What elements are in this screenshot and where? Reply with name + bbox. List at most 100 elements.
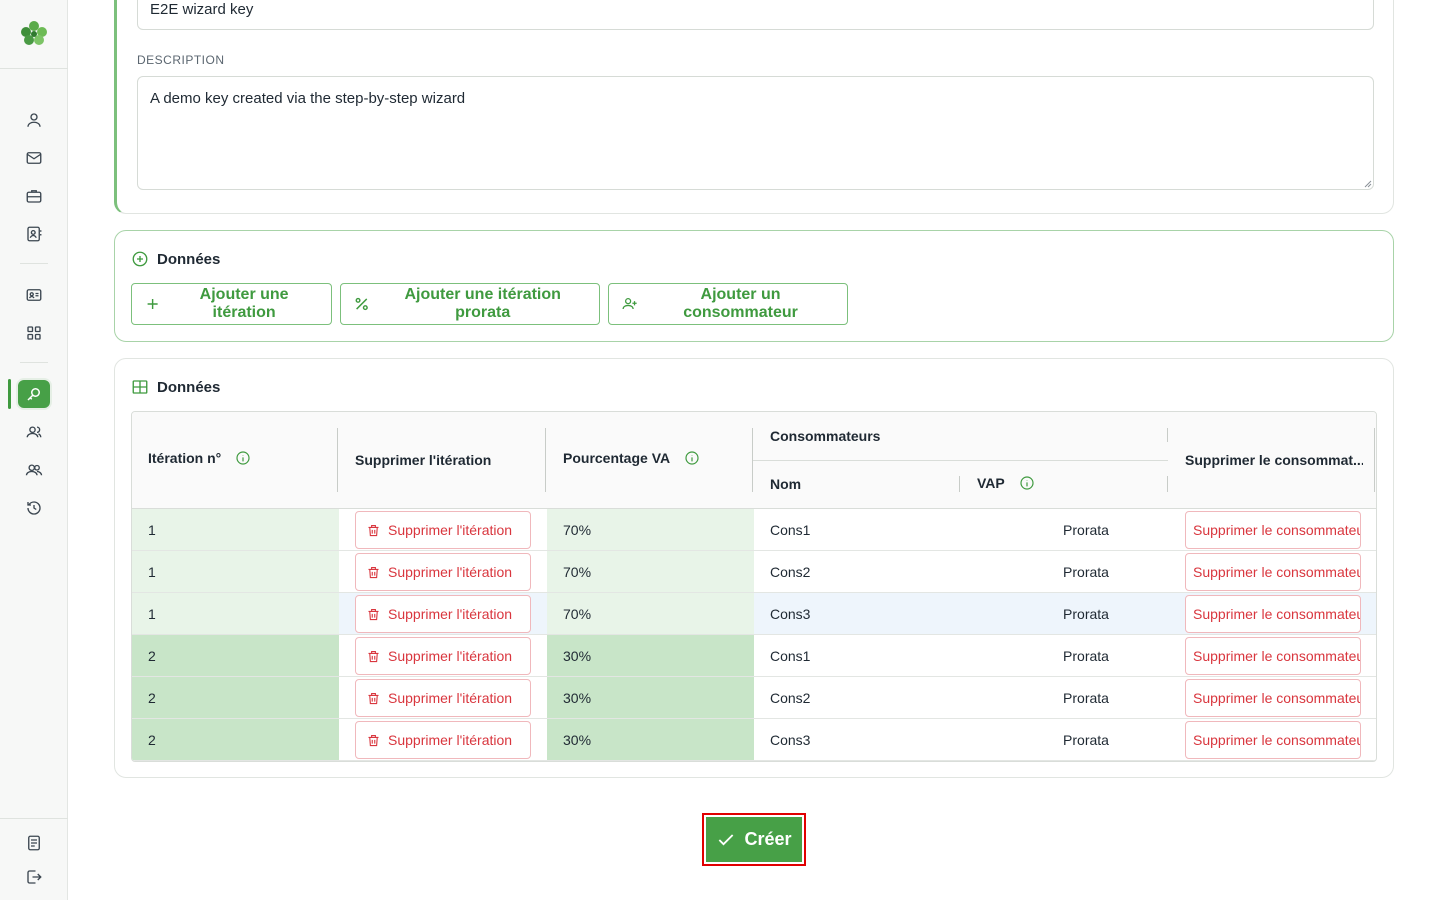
- consumer-name: Cons1: [770, 647, 811, 664]
- percentage-value: 70%: [563, 605, 592, 622]
- iteration-value: 1: [148, 563, 156, 580]
- table-header: Itération n° Supprimer l'itération Pourc…: [132, 412, 1376, 509]
- iteration-value: 1: [148, 521, 156, 538]
- table-row: 1 Supprimer l'itération 70% Cons2 Prorata Sup…: [132, 551, 1376, 593]
- table-row: 2 Supprimer l'itération 30% Cons1 Prorata Sup…: [132, 635, 1376, 677]
- grid-icon[interactable]: [22, 321, 46, 345]
- consumer-name: Cons3: [770, 731, 811, 748]
- delete-iteration-label: Supprimer l'itération: [388, 648, 513, 664]
- vap-cell: Prorata: [961, 509, 1171, 550]
- iteration-cell: 2: [132, 677, 339, 718]
- delete-consumer-label: Supprimer le consommateur: [1193, 564, 1361, 580]
- add-prorata-iteration-button[interactable]: Ajouter une itération prorata: [340, 283, 600, 325]
- delete-consumer-button[interactable]: Supprimer le consommateur: [1185, 679, 1361, 717]
- trash-icon: [368, 608, 379, 620]
- delete-iteration-button[interactable]: Supprimer l'itération: [355, 637, 531, 675]
- contact-book-icon[interactable]: [22, 222, 46, 246]
- id-card-icon[interactable]: [22, 283, 46, 307]
- delete-iteration-button[interactable]: Supprimer l'itération: [355, 553, 531, 591]
- header-percentage-label: Pourcentage VA: [563, 450, 671, 466]
- vap-cell: Prorata: [961, 551, 1171, 592]
- active-indicator: [8, 379, 11, 409]
- delete-consumer-label: Supprimer le consommateur: [1193, 690, 1361, 706]
- header-name-label: Nom: [770, 476, 802, 492]
- vap-value: Prorata: [1063, 605, 1109, 622]
- trash-icon: [368, 734, 379, 746]
- resize-grip-icon[interactable]: [1362, 178, 1372, 188]
- add-consumer-button[interactable]: Ajouter un consommateur: [608, 283, 848, 325]
- column-divider: [1167, 428, 1168, 442]
- iteration-value: 2: [148, 689, 156, 706]
- name-cell: Cons1: [770, 635, 960, 676]
- header-vap[interactable]: VAP: [977, 475, 1035, 491]
- delete-consumer-button[interactable]: Supprimer le consommateur: [1185, 595, 1361, 633]
- table-row: 1 Supprimer l'itération 70% Cons3 Prorata Sup…: [132, 593, 1376, 635]
- mail-icon[interactable]: [22, 146, 46, 170]
- delete-iteration-label: Supprimer l'itération: [388, 522, 513, 538]
- percentage-cell: 70%: [547, 593, 754, 634]
- vap-value: Prorata: [1063, 563, 1109, 580]
- vap-cell: Prorata: [961, 635, 1171, 676]
- percentage-value: 30%: [563, 689, 592, 706]
- data-table-header: Données: [131, 378, 220, 396]
- description-field[interactable]: A demo key created via the step-by-step …: [137, 76, 1374, 190]
- consumer-name: Cons1: [770, 521, 811, 538]
- info-icon[interactable]: [235, 450, 251, 466]
- sidebar: [0, 0, 68, 900]
- vap-cell: Prorata: [961, 677, 1171, 718]
- logout-icon[interactable]: [22, 865, 46, 889]
- vap-value: Prorata: [1063, 689, 1109, 706]
- data-table: Itération n° Supprimer l'itération Pourc…: [131, 411, 1377, 762]
- delete-iteration-button[interactable]: Supprimer l'itération: [355, 595, 531, 633]
- percent-icon: [355, 297, 368, 311]
- info-icon[interactable]: [684, 450, 700, 466]
- users-alt-icon[interactable]: [22, 458, 46, 482]
- name-cell: Cons3: [770, 593, 960, 634]
- vap-value: Prorata: [1063, 521, 1109, 538]
- info-icon[interactable]: [1019, 475, 1035, 491]
- data-table-title: Données: [157, 378, 221, 396]
- iteration-cell: 1: [132, 593, 339, 634]
- group-divider: [753, 460, 1168, 461]
- delete-consumer-button[interactable]: Supprimer le consommateur: [1185, 721, 1361, 759]
- delete-consumer-button[interactable]: Supprimer le consommateur: [1185, 637, 1361, 675]
- add-iteration-button[interactable]: Ajouter une itération: [131, 283, 332, 325]
- delete-consumer-label: Supprimer le consommateur: [1193, 606, 1361, 622]
- vap-value: Prorata: [1063, 731, 1109, 748]
- delete-iteration-label: Supprimer l'itération: [388, 564, 513, 580]
- name-cell: Cons1: [770, 509, 960, 550]
- create-button-inner: Créer: [706, 817, 802, 862]
- sidebar-divider: [20, 263, 48, 264]
- history-icon[interactable]: [22, 496, 46, 520]
- name-cell: Cons3: [770, 719, 960, 760]
- delete-iteration-button[interactable]: Supprimer l'itération: [355, 721, 531, 759]
- name-field[interactable]: E2E wizard key: [137, 0, 1374, 30]
- header-name[interactable]: Nom: [770, 476, 801, 492]
- document-icon[interactable]: [22, 831, 46, 855]
- delete-iteration-button[interactable]: Supprimer l'itération: [355, 679, 531, 717]
- sidebar-divider: [0, 818, 68, 819]
- key-search-icon[interactable]: [18, 380, 50, 408]
- delete-consumer-label: Supprimer le consommateur: [1193, 522, 1361, 538]
- column-divider: [1167, 476, 1168, 492]
- delete-iteration-label: Supprimer l'itération: [388, 732, 513, 748]
- description-label: DESCRIPTION: [137, 53, 225, 67]
- trash-icon: [368, 650, 379, 662]
- header-iteration[interactable]: Itération n°: [148, 450, 251, 466]
- iteration-value: 1: [148, 605, 156, 622]
- briefcase-icon[interactable]: [22, 184, 46, 208]
- delete-consumer-button[interactable]: Supprimer le consommateur: [1185, 553, 1361, 591]
- trash-icon: [368, 692, 379, 704]
- user-icon[interactable]: [22, 108, 46, 132]
- header-delete-iteration[interactable]: Supprimer l'itération: [355, 452, 491, 468]
- header-delete-consumer[interactable]: Supprimer le consommat...: [1185, 452, 1363, 468]
- clover-logo-icon[interactable]: [18, 18, 50, 50]
- delete-consumer-button[interactable]: Supprimer le consommateur: [1185, 511, 1361, 549]
- table-row: 1 Supprimer l'itération 70% Cons1 Prorata Sup…: [132, 509, 1376, 551]
- vap-value: Prorata: [1063, 647, 1109, 664]
- create-button[interactable]: Créer: [702, 813, 806, 866]
- header-percentage[interactable]: Pourcentage VA: [563, 450, 700, 466]
- percentage-value: 70%: [563, 521, 592, 538]
- delete-iteration-button[interactable]: Supprimer l'itération: [355, 511, 531, 549]
- users-icon[interactable]: [22, 420, 46, 444]
